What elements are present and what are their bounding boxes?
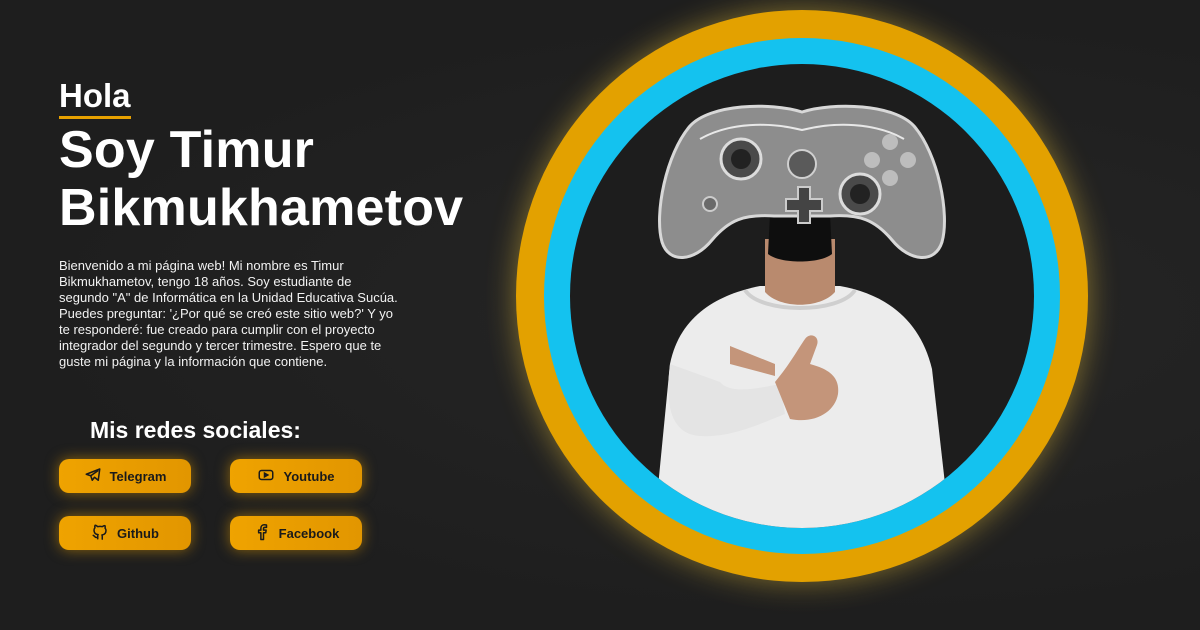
telegram-label: Telegram: [109, 468, 167, 484]
profile-photo: [570, 64, 1034, 528]
name-line-2: Bikmukhametov: [59, 179, 464, 237]
github-button[interactable]: Github: [59, 516, 191, 550]
profile-frame-orange-ring: [516, 10, 1088, 582]
bio-text: Bienvenido a mi página web! Mi nombre es…: [59, 258, 398, 369]
intro-section: Hola Soy Timur Bikmukhametov Bienvenido …: [59, 76, 499, 370]
facebook-icon: [253, 523, 271, 544]
greeting-heading: Hola: [59, 76, 131, 119]
page-title: Soy Timur Bikmukhametov: [59, 121, 499, 237]
telegram-button[interactable]: Telegram: [59, 459, 191, 493]
facebook-button[interactable]: Facebook: [230, 516, 362, 550]
telegram-icon: [84, 466, 102, 487]
profile-frame-blue-ring: [544, 38, 1060, 554]
portrait-illustration: [654, 104, 950, 528]
page: Hola Soy Timur Bikmukhametov Bienvenido …: [0, 0, 1200, 630]
social-heading: Mis redes sociales:: [90, 417, 301, 443]
youtube-button[interactable]: Youtube: [230, 459, 362, 493]
github-icon: [91, 523, 109, 544]
youtube-label: Youtube: [283, 468, 335, 484]
youtube-icon: [257, 466, 275, 487]
github-label: Github: [117, 525, 159, 541]
facebook-label: Facebook: [278, 525, 340, 541]
name-line-1: Soy Timur: [59, 121, 315, 179]
